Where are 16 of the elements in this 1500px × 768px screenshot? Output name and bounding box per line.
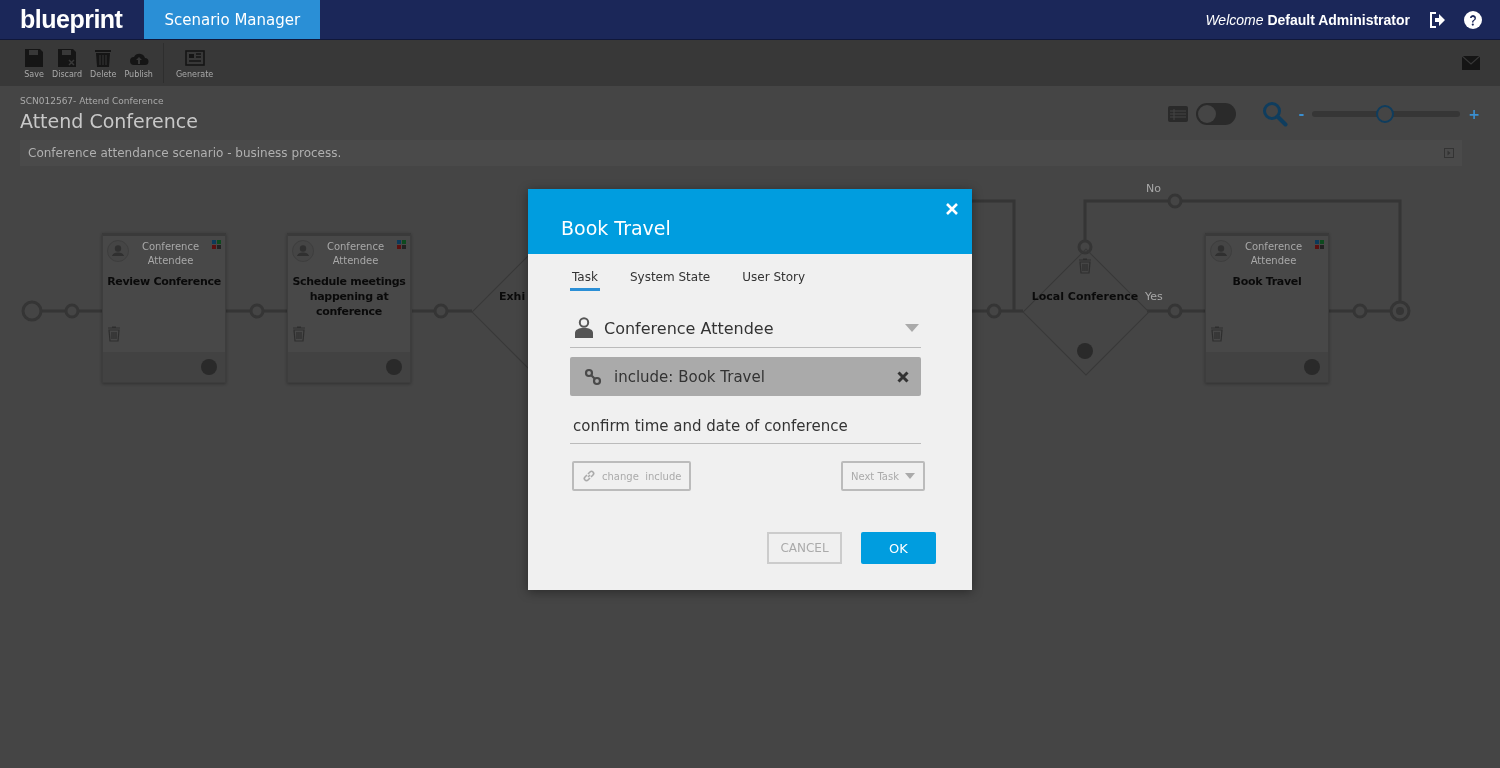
decision-label: Local Conference	[1030, 290, 1140, 303]
task-title: Review Conference	[106, 274, 222, 290]
branch-label: Yes	[1145, 290, 1163, 303]
scenario-description: Conference attendance scenario - business process.	[28, 146, 342, 160]
task-actor: Conference Attendee	[140, 240, 201, 268]
scenario-id: SCN012567- Attend Conference	[20, 96, 165, 106]
scenario-title: Attend Conference	[20, 110, 198, 132]
task-title: Schedule meetings happening at conference	[291, 274, 407, 320]
include-text: include: Book Travel	[614, 367, 765, 386]
task-actor: Conference Attendee	[325, 240, 386, 268]
task-title: Book Travel	[1231, 274, 1303, 290]
dialog-title: Book Travel	[561, 217, 671, 239]
welcome-text: Welcome Default Administrator	[1205, 11, 1410, 28]
branch-label: No	[1146, 182, 1161, 195]
task-actor: Conference Attendee	[1243, 240, 1304, 268]
decision-label: Exhi	[499, 290, 526, 303]
